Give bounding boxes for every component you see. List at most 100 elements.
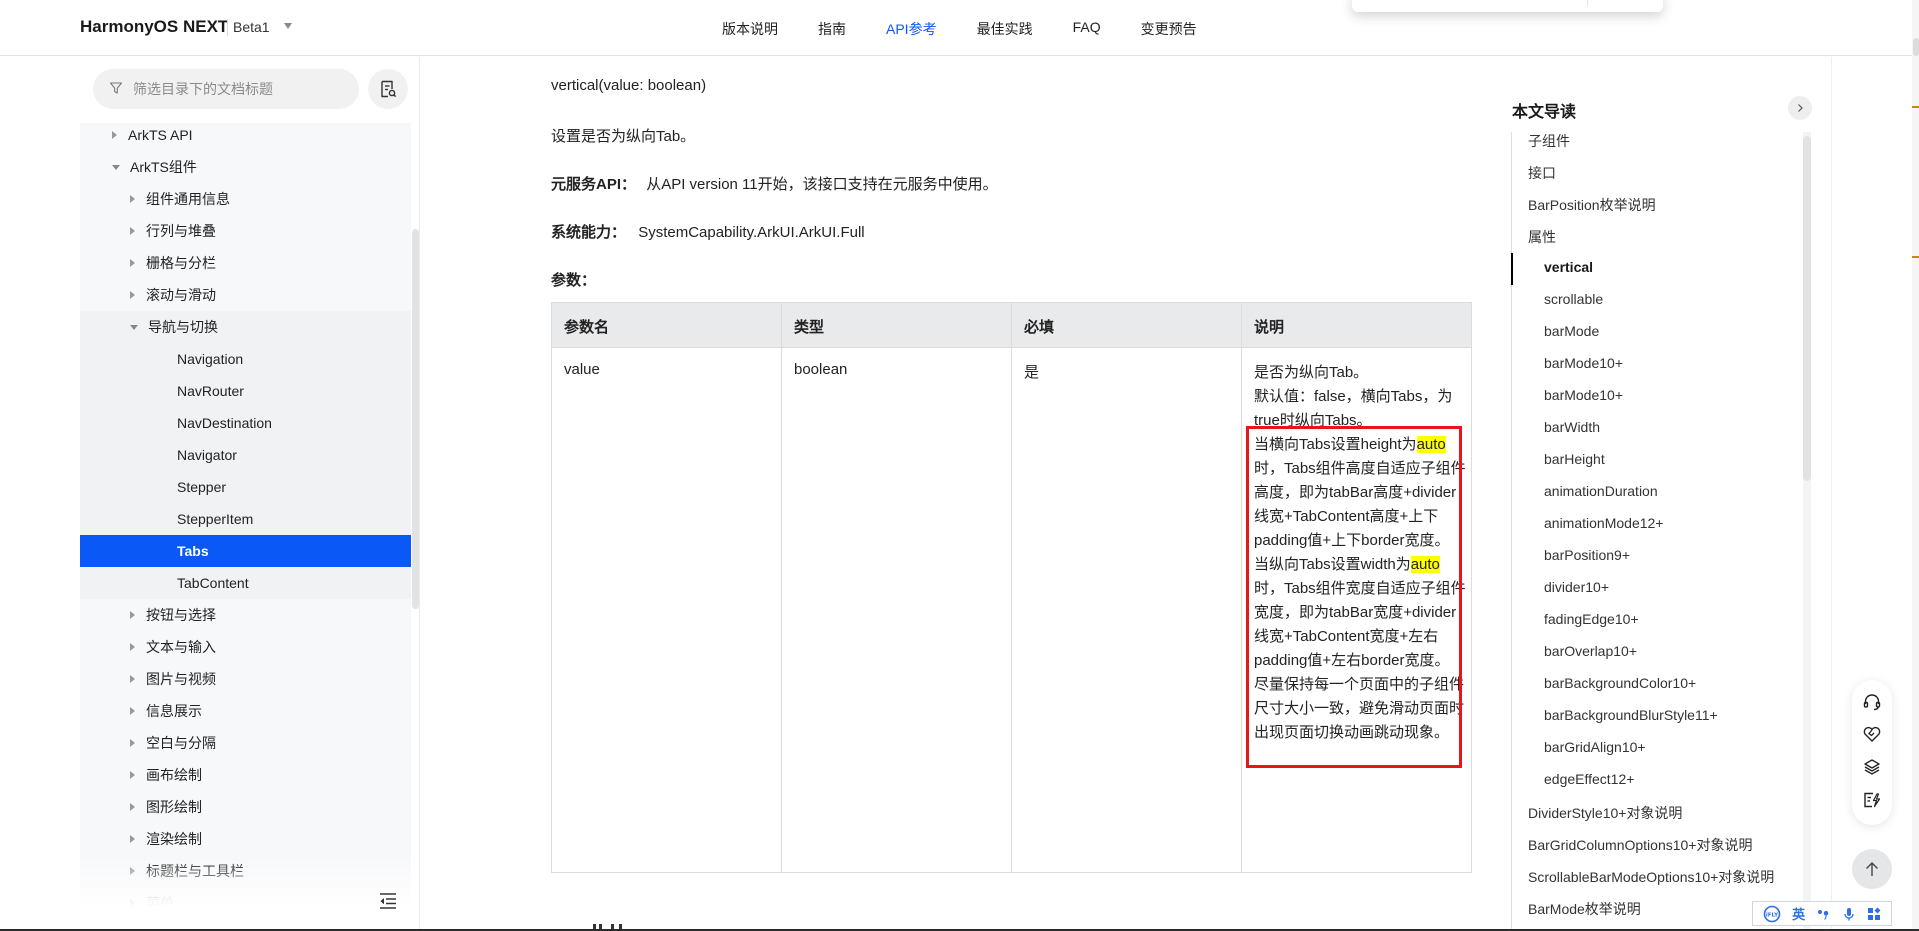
nav-change-preview[interactable]: 变更预告 bbox=[1141, 19, 1197, 39]
toc-item[interactable]: BarMode枚举说明 bbox=[1528, 899, 1641, 919]
sidebar-item[interactable]: NavRouter bbox=[80, 375, 411, 407]
back-to-top-button[interactable] bbox=[1852, 849, 1892, 889]
sidebar-item[interactable]: 渲染绘制 bbox=[80, 823, 411, 855]
nav-best-practices[interactable]: 最佳实践 bbox=[977, 19, 1033, 39]
toc-scrollbar-thumb[interactable] bbox=[1803, 136, 1811, 481]
sidebar-item[interactable]: Navigation bbox=[80, 343, 411, 375]
toc-item[interactable]: barHeight bbox=[1544, 451, 1605, 467]
ime-mode-toggle[interactable]: 英 bbox=[1792, 904, 1805, 923]
toc-item[interactable]: barMode10+ bbox=[1544, 355, 1623, 371]
toc-item[interactable]: edgeEffect12+ bbox=[1544, 771, 1634, 787]
doc-search-button[interactable] bbox=[368, 69, 408, 109]
caret-right-icon[interactable] bbox=[130, 611, 135, 619]
headset-icon bbox=[1863, 694, 1881, 711]
nav-release-notes[interactable]: 版本说明 bbox=[722, 19, 778, 39]
apps-grid-icon[interactable] bbox=[1867, 907, 1881, 921]
chevron-down-icon[interactable] bbox=[284, 23, 292, 29]
sidebar-item[interactable]: Stepper bbox=[80, 471, 411, 503]
sidebar-item[interactable]: 画布绘制 bbox=[80, 759, 411, 791]
caret-down-icon[interactable] bbox=[130, 324, 138, 330]
caret-down-icon[interactable] bbox=[112, 164, 120, 170]
sidebar-item[interactable]: 按钮与选择 bbox=[80, 599, 411, 631]
caret-right-icon[interactable] bbox=[130, 259, 135, 267]
sidebar-item-label: 文本与输入 bbox=[146, 639, 216, 655]
toc-item[interactable]: barMode10+ bbox=[1544, 387, 1623, 403]
th-param-name: 参数名 bbox=[564, 319, 610, 336]
toc-item[interactable]: 接口 bbox=[1528, 163, 1556, 183]
ime-toolbar: iFLY 英 bbox=[1752, 901, 1892, 926]
sidebar-item[interactable]: 空白与分隔 bbox=[80, 727, 411, 759]
nav-faq[interactable]: FAQ bbox=[1073, 19, 1101, 39]
caret-right-icon[interactable] bbox=[130, 291, 135, 299]
sidebar-item[interactable]: StepperItem bbox=[80, 503, 411, 535]
sidebar-item[interactable]: 组件通用信息 bbox=[80, 183, 411, 215]
toc-item[interactable]: barMode bbox=[1544, 323, 1599, 339]
toc-item[interactable]: BarGridColumnOptions10+对象说明 bbox=[1528, 835, 1752, 855]
toc-item[interactable]: barBackgroundBlurStyle11+ bbox=[1544, 707, 1718, 723]
caret-right-icon[interactable] bbox=[130, 835, 135, 843]
toc-item[interactable]: barWidth bbox=[1544, 419, 1600, 435]
toc-item[interactable]: barPosition9+ bbox=[1544, 547, 1630, 563]
toc-toggle-button[interactable] bbox=[1788, 96, 1812, 120]
toc-item[interactable]: divider10+ bbox=[1544, 579, 1609, 595]
sidebar-item[interactable]: 栅格与分栏 bbox=[80, 247, 411, 279]
toc-item[interactable]: scrollable bbox=[1544, 291, 1603, 307]
caret-right-icon[interactable] bbox=[130, 771, 135, 779]
toc-item[interactable]: BarPosition枚举说明 bbox=[1528, 195, 1656, 215]
sidebar-item[interactable]: NavDestination bbox=[80, 407, 411, 439]
customer-service-button[interactable] bbox=[1860, 690, 1884, 714]
sidebar-item-label: Navigator bbox=[177, 447, 237, 463]
page-scrollbar-track[interactable] bbox=[1912, 0, 1919, 931]
toc-item[interactable]: fadingEdge10+ bbox=[1544, 611, 1639, 627]
brand-title[interactable]: HarmonyOS NEXT bbox=[80, 17, 228, 37]
sidebar-item[interactable]: ArkTS组件 bbox=[80, 151, 411, 183]
sidebar-scrollbar[interactable] bbox=[412, 229, 419, 609]
caret-right-icon[interactable] bbox=[130, 675, 135, 683]
sidebar-item-label: Navigation bbox=[177, 351, 244, 367]
punctuation-icon[interactable] bbox=[1816, 907, 1830, 921]
toc-item[interactable]: barGridAlign10+ bbox=[1544, 739, 1646, 755]
sidebar-item[interactable]: ArkTS API bbox=[80, 123, 411, 151]
collapse-sidebar-icon[interactable] bbox=[378, 891, 398, 911]
sidebar-item[interactable]: 图片与视频 bbox=[80, 663, 411, 695]
caret-right-icon[interactable] bbox=[130, 803, 135, 811]
sidebar-item[interactable]: Navigator bbox=[80, 439, 411, 471]
sidebar-item[interactable]: 文本与输入 bbox=[80, 631, 411, 663]
toc-item[interactable]: barOverlap10+ bbox=[1544, 643, 1637, 659]
toc-item[interactable]: 子组件 bbox=[1528, 131, 1570, 151]
scroll-marker bbox=[1912, 106, 1919, 108]
version-selector[interactable]: Beta1 bbox=[233, 19, 270, 35]
layers-button[interactable] bbox=[1860, 755, 1884, 779]
sidebar-item[interactable]: 行列与堆叠 bbox=[80, 215, 411, 247]
sidebar-item-label: 栅格与分栏 bbox=[146, 255, 216, 271]
sidebar-item[interactable]: 导航与切换 bbox=[80, 311, 411, 343]
favorite-button[interactable] bbox=[1860, 722, 1884, 746]
caret-right-icon[interactable] bbox=[130, 707, 135, 715]
toc-item[interactable]: animationDuration bbox=[1544, 483, 1658, 499]
caret-right-icon[interactable] bbox=[130, 195, 135, 203]
sidebar-item-label: 空白与分隔 bbox=[146, 735, 216, 751]
sidebar-item[interactable]: Tabs bbox=[80, 535, 411, 567]
toc-item[interactable]: DividerStyle10+对象说明 bbox=[1528, 803, 1682, 823]
page-scrollbar-thumb[interactable] bbox=[1913, 38, 1919, 56]
filter-input[interactable] bbox=[133, 69, 353, 109]
sidebar-item[interactable]: 滚动与滑动 bbox=[80, 279, 411, 311]
nav-api-reference[interactable]: API参考 bbox=[886, 19, 937, 39]
caret-right-icon[interactable] bbox=[112, 131, 117, 139]
caret-right-icon[interactable] bbox=[130, 739, 135, 747]
toc-item[interactable]: vertical bbox=[1544, 259, 1593, 275]
sidebar-item[interactable]: 图形绘制 bbox=[80, 791, 411, 823]
toc-item[interactable]: animationMode12+ bbox=[1544, 515, 1663, 531]
sidebar-item[interactable]: 信息展示 bbox=[80, 695, 411, 727]
ifly-logo-icon[interactable]: iFLY bbox=[1763, 905, 1781, 923]
nav-guide[interactable]: 指南 bbox=[818, 19, 846, 39]
caret-right-icon[interactable] bbox=[130, 227, 135, 235]
caret-right-icon[interactable] bbox=[130, 643, 135, 651]
microphone-icon[interactable] bbox=[1842, 907, 1856, 921]
sidebar-item[interactable]: TabContent bbox=[80, 567, 411, 599]
toc-item[interactable]: 属性 bbox=[1528, 227, 1556, 247]
toc-item[interactable]: ScrollableBarModeOptions10+对象说明 bbox=[1528, 867, 1774, 887]
floating-toolbar bbox=[1852, 680, 1892, 825]
feedback-button[interactable] bbox=[1860, 788, 1884, 812]
toc-item[interactable]: barBackgroundColor10+ bbox=[1544, 675, 1696, 691]
